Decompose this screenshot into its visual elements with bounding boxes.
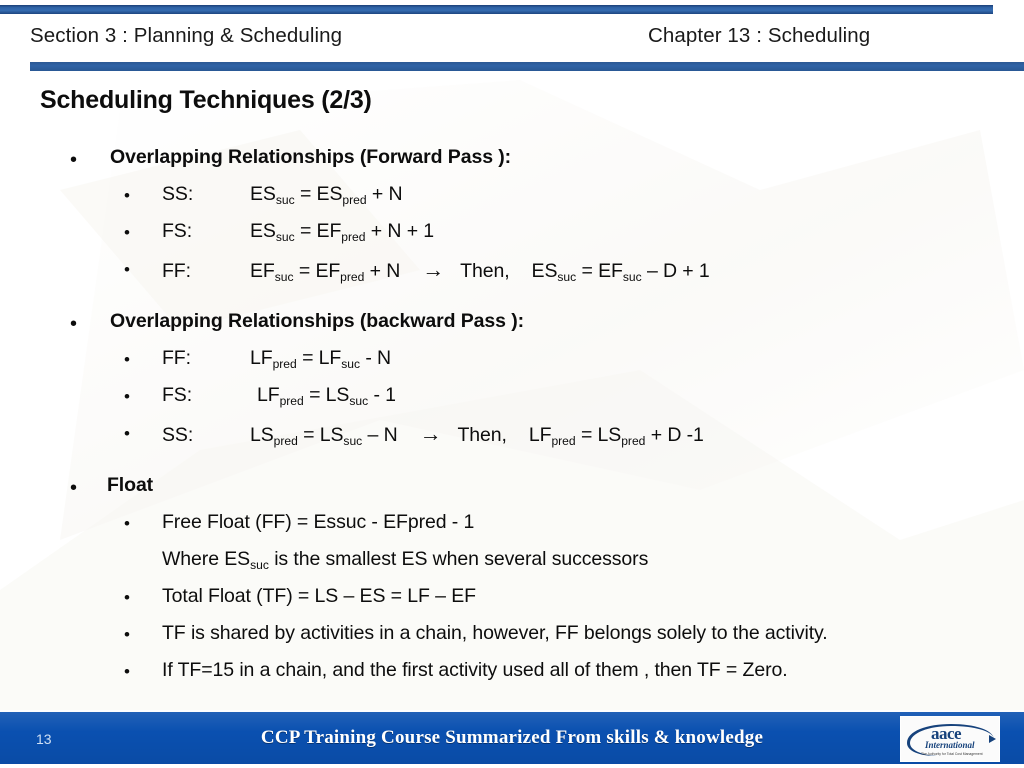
float-item-free-float: Free Float (FF) = Essuc - EFpred - 1 — [162, 511, 475, 533]
slide-body: • Overlapping Relationships (Forward Pas… — [0, 128, 1024, 698]
formula-row-ss-forward: SS: ESsuc = ESpred + N — [162, 183, 403, 207]
bullet-icon: • — [70, 149, 78, 171]
arrow-icon: → — [419, 421, 442, 446]
float-note-where-es-suc: Where ESsuc is the smallest ES when seve… — [162, 548, 649, 572]
formula-text: LFpred = LFsuc - N — [250, 347, 392, 371]
bullet-icon: • — [124, 260, 130, 279]
relationship-label: FS: — [162, 384, 193, 406]
bullet-icon: • — [124, 625, 130, 644]
slide: Section 3 : Planning & Scheduling Chapte… — [0, 0, 1024, 768]
formula-text: ESsuc = EFpred + N + 1 — [250, 220, 435, 244]
bullet-icon: • — [124, 588, 130, 607]
footer-caption: CCP Training Course Summarized From skil… — [260, 727, 764, 748]
formula-row-fs-backward: FS: LFpred = LSsuc - 1 — [162, 384, 396, 408]
header-top-rule — [0, 5, 993, 14]
bullet-icon: • — [124, 424, 130, 443]
svg-text:The Authority for Total Cost M: The Authority for Total Cost Management — [921, 752, 983, 756]
formula-text: LFpred = LSsuc - 1 — [257, 384, 396, 408]
bullet-icon: • — [70, 477, 78, 499]
header-chapter-label: Chapter 13 : Scheduling — [648, 24, 871, 47]
formula-text: EFsuc = EFpred + N — [250, 260, 401, 284]
then-label: Then, — [457, 424, 507, 446]
relationship-label: FF: — [162, 347, 191, 369]
bullet-icon: • — [124, 514, 130, 533]
bullet-icon: • — [124, 223, 130, 242]
float-item-tf-shared: TF is shared by activities in a chain, h… — [162, 622, 828, 644]
aace-logo-mark: aace International The Authority for Tot… — [901, 717, 999, 761]
group-heading-forward-pass: Overlapping Relationships (Forward Pass … — [110, 146, 512, 168]
arrow-icon: → — [422, 257, 445, 282]
page-title: Scheduling Techniques (2/3) — [40, 86, 372, 114]
bullet-icon: • — [70, 313, 78, 335]
formula-row-ff-forward: FF: EFsuc = EFpred + N → Then, ESsuc = EFsuc… — [162, 257, 710, 284]
bullet-icon: • — [124, 350, 130, 369]
group-heading-backward-pass: Overlapping Relationships (backward Pass… — [110, 310, 524, 332]
formula-text-2: ESsuc = EFsuc – D + 1 — [531, 260, 710, 284]
formula-text: ESsuc = ESpred + N — [250, 183, 403, 207]
bullet-icon: • — [124, 387, 130, 406]
relationship-label: FS: — [162, 220, 193, 242]
svg-text:International: International — [924, 740, 975, 750]
bullet-icon: • — [124, 662, 130, 681]
relationship-label: SS: — [162, 424, 194, 446]
group-heading-float: Float — [107, 474, 154, 496]
aace-international-logo: aace International The Authority for Tot… — [900, 716, 1000, 762]
header-bottom-rule — [30, 62, 1024, 71]
bullet-icon: • — [124, 186, 130, 205]
header-section-label: Section 3 : Planning & Scheduling — [30, 24, 343, 47]
then-label: Then, — [460, 260, 510, 282]
formula-row-ff-backward: FF: LFpred = LFsuc - N — [162, 347, 392, 371]
formula-text: LSpred = LSsuc – N — [250, 424, 398, 448]
formula-row-ss-backward: SS: LSpred = LSsuc – N → Then, LFpred = LSpr… — [162, 421, 704, 448]
float-item-total-float: Total Float (TF) = LS – ES = LF – EF — [162, 585, 476, 607]
formula-row-fs-forward: FS: ESsuc = EFpred + N + 1 — [162, 220, 435, 244]
float-item-tf-example: If TF=15 in a chain, and the first activ… — [162, 659, 788, 681]
formula-text-2: LFpred = LSpred + D -1 — [528, 424, 704, 448]
relationship-label: SS: — [162, 183, 194, 205]
relationship-label: FF: — [162, 260, 191, 282]
